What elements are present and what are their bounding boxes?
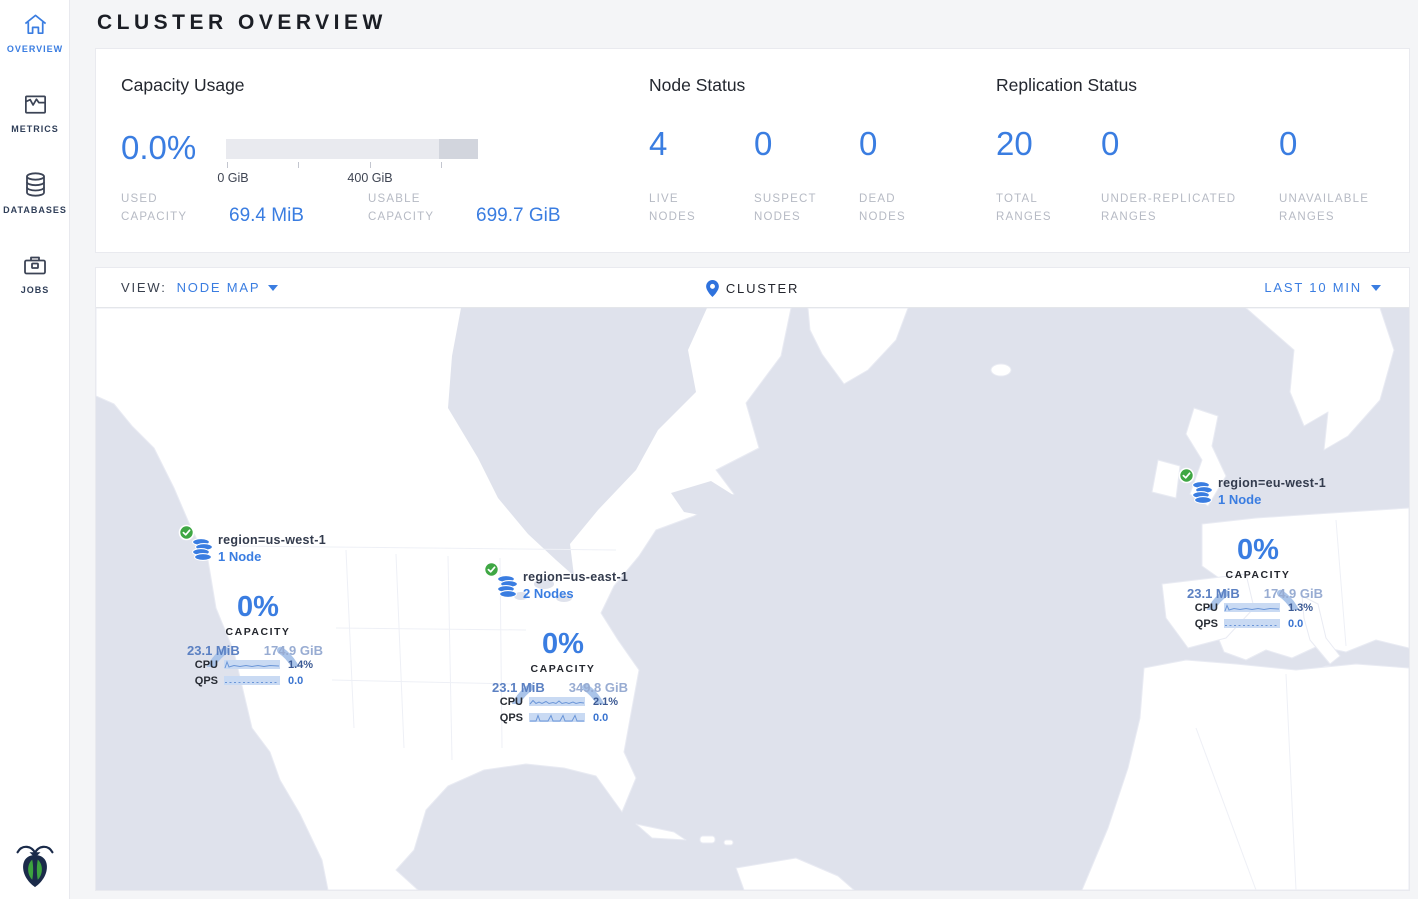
qps-value: 0.0 <box>1288 618 1303 630</box>
time-range-selector[interactable]: LAST 10 MIN <box>1264 280 1381 295</box>
cpu-label: CPU <box>495 696 523 708</box>
capacity-axis-tick <box>227 162 228 168</box>
node-status-title: Node Status <box>649 75 745 96</box>
capacity-bar <box>226 139 478 159</box>
sidebar-item-label: METRICS <box>0 124 70 134</box>
sidebar: OVERVIEW METRICS DATABASES <box>0 0 70 899</box>
cpu-value: 1.4% <box>288 659 313 671</box>
region-marker-eu-west-1[interactable]: region=eu-west-1 1 Node 0% CAPACITY 23.1… <box>1178 467 1350 637</box>
replication-status-title: Replication Status <box>996 75 1137 96</box>
total-ranges-label: TOTAL RANGES <box>996 190 1076 226</box>
sidebar-item-overview[interactable]: OVERVIEW <box>0 12 70 54</box>
qps-sparkline <box>224 676 280 685</box>
capacity-tick-label-0: 0 GiB <box>217 171 248 185</box>
dead-nodes-label: DEAD NODES <box>859 190 939 226</box>
metrics-chart-icon <box>0 92 70 118</box>
gauge-percent: 0% <box>1183 534 1333 567</box>
live-nodes-value: 4 <box>649 125 667 163</box>
capacity-percent: 0.0% <box>121 129 196 167</box>
map-toolbar: VIEW: NODE MAP CLUSTER LAST 10 MIN <box>96 268 1409 308</box>
capacity-usage-title: Capacity Usage <box>121 75 245 96</box>
unavailable-ranges-label: UNAVAILABLE RANGES <box>1279 190 1389 226</box>
cpu-sparkline <box>224 660 280 669</box>
region-total-capacity: 349.8 GiB <box>569 680 628 695</box>
live-nodes-label: LIVE NODES <box>649 190 729 226</box>
usable-capacity-value: 699.7 GiB <box>476 205 561 227</box>
qps-sparkline <box>529 713 585 722</box>
unavailable-ranges-value: 0 <box>1279 125 1297 163</box>
under-replicated-ranges-label: UNDER-REPLICATED RANGES <box>1101 190 1261 226</box>
region-marker-us-west-1[interactable]: region=us-west-1 1 Node 0% CAPACITY 23.1… <box>178 524 350 694</box>
sidebar-item-metrics[interactable]: METRICS <box>0 92 70 134</box>
time-range-value: LAST 10 MIN <box>1264 280 1362 295</box>
cpu-label: CPU <box>190 659 218 671</box>
database-icon <box>0 171 70 199</box>
region-total-capacity: 174.9 GiB <box>264 643 323 658</box>
region-used-capacity: 23.1 MiB <box>492 680 545 695</box>
usable-capacity-label: USABLE CAPACITY <box>368 190 458 226</box>
suspect-nodes-value: 0 <box>754 125 772 163</box>
capacity-axis-tick <box>370 162 371 168</box>
dead-nodes-value: 0 <box>859 125 877 163</box>
sidebar-item-jobs[interactable]: JOBS <box>0 252 70 295</box>
chevron-down-icon <box>1371 285 1381 291</box>
gauge-capacity-label: CAPACITY <box>488 663 638 675</box>
suspect-nodes-label: SUSPECT NODES <box>754 190 834 226</box>
region-used-capacity: 23.1 MiB <box>187 643 240 658</box>
sidebar-item-label: DATABASES <box>0 205 70 215</box>
gauge-capacity-label: CAPACITY <box>1183 569 1333 581</box>
gauge-capacity-label: CAPACITY <box>183 626 333 638</box>
cockroachdb-logo <box>13 843 57 889</box>
qps-label: QPS <box>1190 618 1218 630</box>
used-capacity-label: USED CAPACITY <box>121 190 203 226</box>
briefcase-icon <box>0 252 70 279</box>
sidebar-item-label: JOBS <box>0 285 70 295</box>
under-replicated-ranges-value: 0 <box>1101 125 1119 163</box>
map-pin-icon <box>706 280 719 297</box>
qps-value: 0.0 <box>288 675 303 687</box>
region-name[interactable]: region=eu-west-1 <box>1218 476 1326 490</box>
cpu-value: 2.1% <box>593 696 618 708</box>
cpu-sparkline <box>529 697 585 706</box>
cpu-label: CPU <box>1190 602 1218 614</box>
region-total-capacity: 174.9 GiB <box>1264 586 1323 601</box>
world-map: region=us-west-1 1 Node 0% CAPACITY 23.1… <box>96 308 1409 890</box>
breadcrumb-cluster[interactable]: CLUSTER <box>726 281 799 296</box>
qps-label: QPS <box>495 712 523 724</box>
capacity-axis-tick <box>298 162 299 168</box>
capacity-tick-label-400: 400 GiB <box>347 171 392 185</box>
qps-label: QPS <box>190 675 218 687</box>
sidebar-item-databases[interactable]: DATABASES <box>0 171 70 215</box>
capacity-bar-reserved-segment <box>439 139 478 159</box>
region-marker-us-east-1[interactable]: region=us-east-1 2 Nodes 0% CAPACITY 23.… <box>483 561 655 731</box>
region-name[interactable]: region=us-east-1 <box>523 570 628 584</box>
qps-sparkline <box>1224 619 1280 628</box>
region-name[interactable]: region=us-west-1 <box>218 533 326 547</box>
cpu-value: 1.3% <box>1288 602 1313 614</box>
sidebar-item-label: OVERVIEW <box>0 44 70 54</box>
qps-value: 0.0 <box>593 712 608 724</box>
gauge-percent: 0% <box>488 628 638 661</box>
home-icon <box>0 12 70 38</box>
total-ranges-value: 20 <box>996 125 1033 163</box>
node-map-panel: VIEW: NODE MAP CLUSTER LAST 10 MIN <box>95 267 1410 891</box>
gauge-percent: 0% <box>183 591 333 624</box>
summary-panel: Capacity Usage 0.0% 0 GiB 400 GiB USED C… <box>95 48 1410 253</box>
cpu-sparkline <box>1224 603 1280 612</box>
capacity-axis-tick <box>441 162 442 168</box>
region-used-capacity: 23.1 MiB <box>1187 586 1240 601</box>
used-capacity-value: 69.4 MiB <box>229 205 304 227</box>
breadcrumb: CLUSTER <box>96 280 1409 300</box>
page-title: CLUSTER OVERVIEW <box>97 11 387 35</box>
